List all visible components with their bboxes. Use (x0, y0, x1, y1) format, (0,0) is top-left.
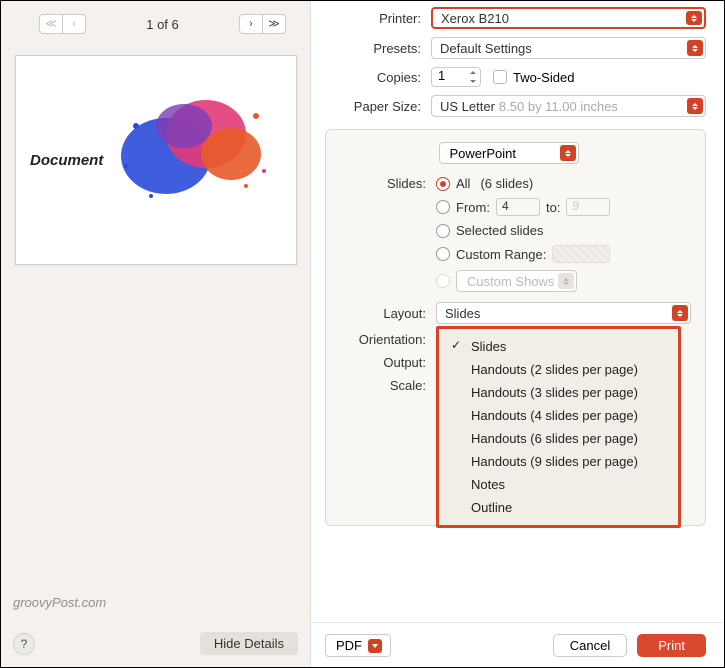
slides-to-label: to: (546, 200, 560, 215)
copies-label: Copies: (325, 70, 431, 85)
pdf-menu-button[interactable]: PDF (325, 634, 391, 657)
copies-stepper[interactable]: 1 (431, 67, 481, 87)
layout-option[interactable]: Slides (439, 335, 678, 358)
presets-select[interactable]: Default Settings (431, 37, 706, 59)
two-sided-label: Two-Sided (513, 70, 574, 85)
layout-option[interactable]: Handouts (3 slides per page) (439, 381, 678, 404)
slides-all-hint: (6 slides) (480, 176, 533, 191)
updown-icon (672, 305, 688, 321)
nav-fwd-group: › ≫ (239, 14, 286, 34)
paper-size-label: Paper Size: (325, 99, 431, 114)
layout-option[interactable]: Handouts (9 slides per page) (439, 450, 678, 473)
slides-custom-shows-radio (436, 274, 450, 288)
nav-last-button[interactable]: ≫ (262, 14, 286, 34)
layout-option[interactable]: Outline (439, 496, 678, 519)
preview-panel: ≪ ‹ 1 of 6 › ≫ Document (1, 1, 311, 667)
app-options-panel: PowerPoint Slides: All (6 slides) From: … (325, 129, 706, 526)
printer-label: Printer: (325, 11, 431, 26)
layout-option[interactable]: Handouts (2 slides per page) (439, 358, 678, 381)
slide-preview: Document (15, 55, 297, 265)
output-label: Output: (326, 355, 436, 370)
slides-to-input[interactable]: 9 (566, 198, 610, 216)
help-button[interactable]: ? (13, 633, 35, 655)
updown-icon (687, 40, 703, 56)
presets-label: Presets: (325, 41, 431, 56)
chevron-down-icon (368, 639, 382, 653)
settings-panel: Printer: Xerox B210 Presets: Default Set… (311, 1, 724, 667)
app-select[interactable]: PowerPoint (439, 142, 579, 164)
splash-graphic (106, 76, 276, 216)
slides-all-radio[interactable] (436, 177, 450, 191)
updown-icon (558, 273, 574, 289)
hide-details-button[interactable]: Hide Details (200, 632, 298, 655)
orientation-label: Orientation: (326, 332, 436, 347)
slides-label: Slides: (326, 176, 436, 191)
print-button[interactable]: Print (637, 634, 706, 657)
layout-select[interactable]: Slides (436, 302, 691, 324)
slides-from-label: From: (456, 200, 490, 215)
layout-label: Layout: (326, 306, 436, 321)
slides-selected-radio[interactable] (436, 224, 450, 238)
slides-custom-range-radio[interactable] (436, 247, 450, 261)
layout-option[interactable]: Handouts (6 slides per page) (439, 427, 678, 450)
layout-option[interactable]: Handouts (4 slides per page) (439, 404, 678, 427)
two-sided-checkbox[interactable] (493, 70, 507, 84)
scale-label: Scale: (326, 378, 436, 393)
printer-select[interactable]: Xerox B210 (431, 7, 706, 29)
page-indicator: 1 of 6 (146, 17, 179, 32)
nav-next-button[interactable]: › (239, 14, 263, 34)
layout-dropdown: Slides Handouts (2 slides per page) Hand… (436, 326, 681, 528)
updown-icon (560, 145, 576, 161)
layout-option[interactable]: Notes (439, 473, 678, 496)
nav-prev-button[interactable]: ‹ (62, 14, 86, 34)
custom-shows-select: Custom Shows (456, 270, 577, 292)
nav-back-group: ≪ ‹ (39, 14, 86, 34)
slides-custom-range-label: Custom Range: (456, 247, 546, 262)
watermark: groovyPost.com (13, 587, 106, 613)
slides-selected-label: Selected slides (456, 223, 543, 238)
updown-icon (686, 11, 702, 25)
updown-icon (687, 98, 703, 114)
nav-first-button[interactable]: ≪ (39, 14, 63, 34)
custom-range-input[interactable] (552, 245, 610, 263)
slides-from-input[interactable]: 4 (496, 198, 540, 216)
paper-size-select[interactable]: US Letter8.50 by 11.00 inches (431, 95, 706, 117)
slides-all-label: All (456, 176, 470, 191)
cancel-button[interactable]: Cancel (553, 634, 627, 657)
slides-from-radio[interactable] (436, 200, 450, 214)
slide-title: Document (30, 152, 103, 169)
